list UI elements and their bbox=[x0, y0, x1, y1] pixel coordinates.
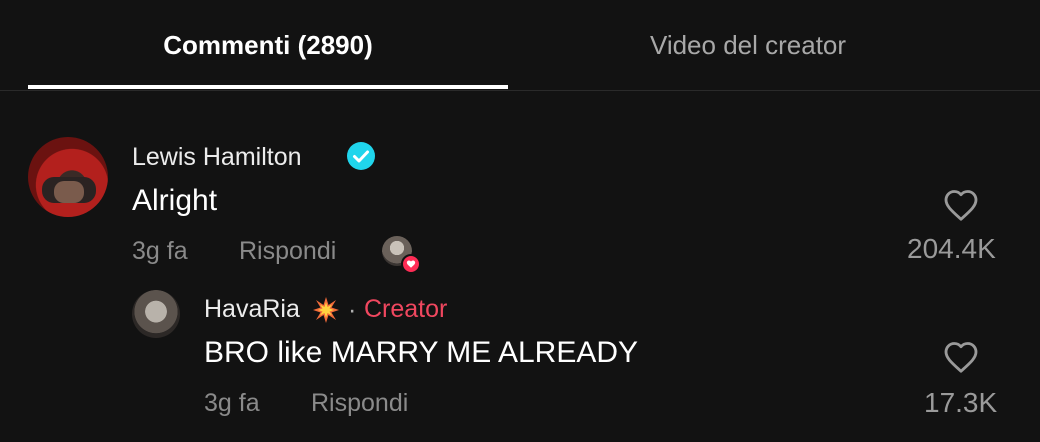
reply-like-count: 17.3K bbox=[924, 387, 998, 418]
avatar-face bbox=[54, 181, 84, 203]
reply-text: BRO like MARRY ME ALREADY bbox=[204, 336, 639, 369]
active-tab-indicator bbox=[28, 85, 508, 89]
tab-creator-videos[interactable]: Video del creator bbox=[508, 0, 988, 90]
heart-badge-icon bbox=[401, 254, 421, 274]
reply-button[interactable]: Rispondi bbox=[239, 237, 336, 266]
reply-timestamp: 3g fa bbox=[204, 389, 260, 417]
comment-timestamp: 3g fa bbox=[132, 237, 188, 265]
reply-username[interactable]: HavaRia bbox=[204, 295, 300, 324]
like-heart-icon[interactable] bbox=[943, 188, 979, 222]
verified-badge-icon bbox=[347, 142, 375, 170]
reply-avatar[interactable] bbox=[132, 290, 180, 338]
liked-by-creator-indicator bbox=[382, 236, 421, 274]
collision-burst-icon bbox=[313, 297, 339, 323]
tab-comments[interactable]: Commenti (2890) bbox=[28, 0, 508, 90]
comment-text: Alright bbox=[132, 184, 218, 217]
like-count: 204.4K bbox=[907, 233, 996, 264]
comment-tabs: Commenti (2890) Video del creator bbox=[0, 0, 1040, 91]
avatar[interactable] bbox=[28, 137, 108, 217]
comment-username[interactable]: Lewis Hamilton bbox=[132, 143, 302, 172]
reply-like-heart-icon[interactable] bbox=[943, 340, 979, 374]
creator-badge: Creator bbox=[364, 295, 448, 323]
separator-dot: · bbox=[348, 296, 357, 324]
reply-to-reply-button[interactable]: Rispondi bbox=[311, 389, 408, 418]
